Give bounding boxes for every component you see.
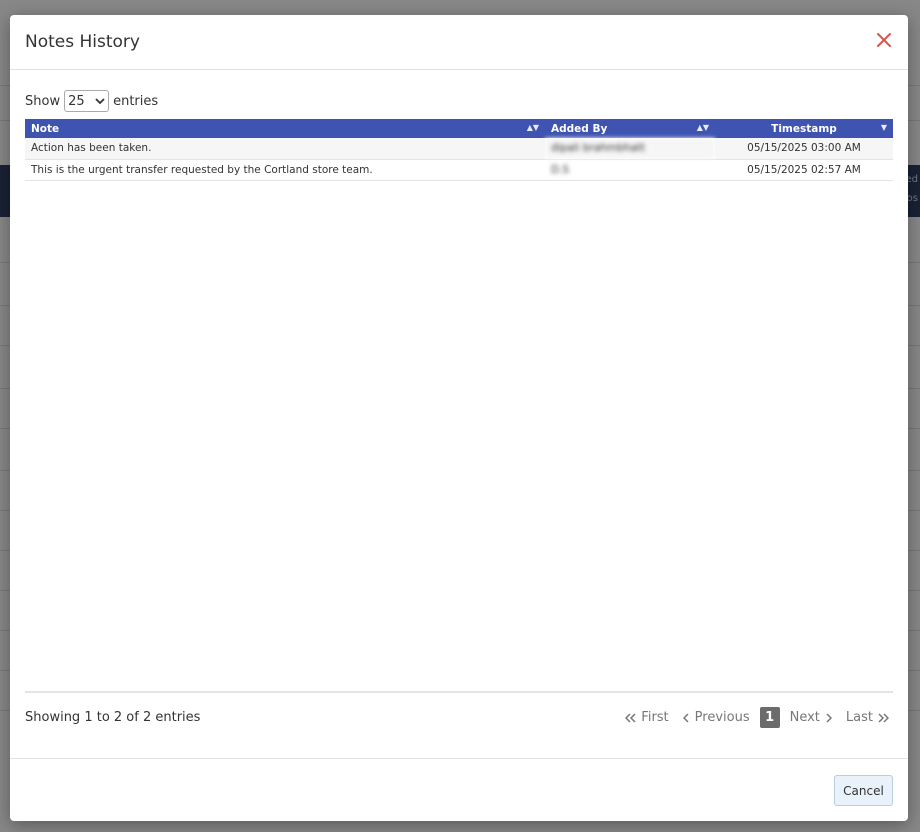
added-by-cell: D.S bbox=[545, 159, 715, 181]
column-header-added-by[interactable]: Added By ▲▼ bbox=[545, 119, 715, 138]
table-row: This is the urgent transfer requested by… bbox=[25, 159, 893, 181]
note-cell: Action has been taken. bbox=[25, 138, 545, 160]
notes-history-modal: Notes History Show 25 entries Note ▲▼ Ad… bbox=[10, 15, 908, 821]
sort-desc-icon: ▼ bbox=[880, 123, 887, 132]
chevron-left-icon bbox=[682, 712, 689, 723]
table-info: Showing 1 to 2 of 2 entries bbox=[25, 710, 201, 725]
chevron-down-icon bbox=[95, 98, 105, 105]
entries-label: entries bbox=[113, 93, 159, 109]
notes-table: Note ▲▼ Added By ▲▼ Timestamp ▼ Action h… bbox=[25, 119, 893, 181]
sort-both-icon: ▲▼ bbox=[526, 123, 539, 132]
note-cell: This is the urgent transfer requested by… bbox=[25, 159, 545, 181]
next-page-button[interactable]: Next bbox=[786, 708, 836, 727]
column-header-note[interactable]: Note ▲▼ bbox=[25, 119, 545, 138]
sort-both-icon: ▲▼ bbox=[696, 123, 709, 132]
modal-title: Notes History bbox=[25, 32, 140, 52]
last-page-button[interactable]: Last bbox=[842, 708, 893, 727]
double-chevron-right-icon bbox=[878, 712, 889, 723]
close-button[interactable] bbox=[875, 31, 893, 49]
pagination: First Previous 1 Next Last bbox=[621, 707, 893, 728]
show-label: Show bbox=[25, 93, 61, 109]
current-page-button[interactable]: 1 bbox=[759, 707, 780, 728]
chevron-right-icon bbox=[826, 712, 832, 723]
timestamp-cell: 05/15/2025 03:00 AM bbox=[715, 138, 893, 160]
column-header-timestamp[interactable]: Timestamp ▼ bbox=[715, 119, 893, 138]
timestamp-cell: 05/15/2025 02:57 AM bbox=[715, 159, 893, 181]
double-chevron-left-icon bbox=[625, 712, 636, 723]
entries-per-page-value: 25 bbox=[68, 93, 85, 109]
modal-footer: Cancel bbox=[10, 758, 908, 821]
table-footer-divider bbox=[25, 691, 893, 693]
modal-header: Notes History bbox=[10, 15, 908, 70]
close-icon bbox=[877, 33, 891, 47]
table-header-row: Note ▲▼ Added By ▲▼ Timestamp ▼ bbox=[25, 119, 893, 138]
entries-length-control: Show 25 entries bbox=[25, 90, 158, 112]
first-page-button[interactable]: First bbox=[621, 708, 672, 727]
cancel-button[interactable]: Cancel bbox=[834, 775, 893, 806]
table-row: Action has been taken. dipali brahmbhatt… bbox=[25, 138, 893, 160]
entries-per-page-select[interactable]: 25 bbox=[64, 90, 110, 112]
previous-page-button[interactable]: Previous bbox=[679, 708, 754, 727]
added-by-cell: dipali brahmbhatt bbox=[545, 138, 715, 160]
